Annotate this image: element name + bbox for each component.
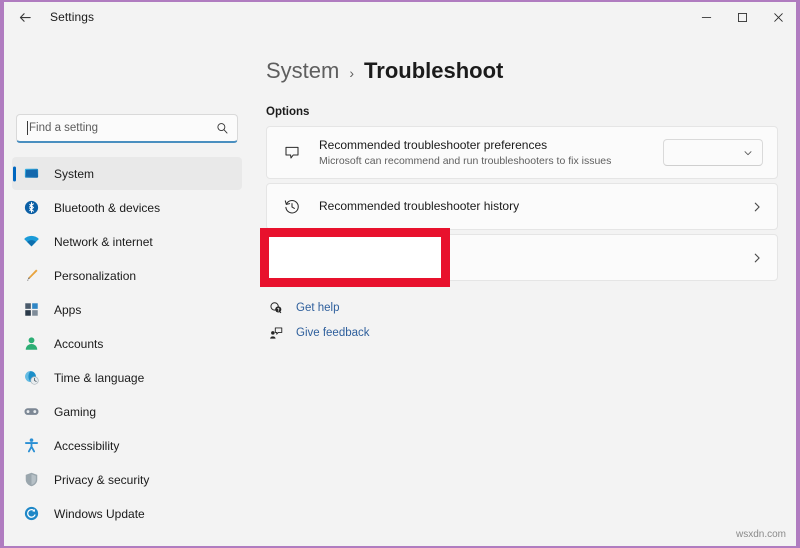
section-label-options: Options [266,106,778,118]
minimize-button[interactable] [688,2,724,32]
sidebar-item-label: System [54,167,94,181]
history-clock-icon [279,198,305,216]
search-input[interactable]: Find a setting [16,114,238,143]
sidebar-item-label: Privacy & security [54,473,149,487]
card-recommended-troubleshooter-history[interactable]: Recommended troubleshooter history [266,183,778,230]
breadcrumb-parent[interactable]: System [266,58,339,84]
sidebar-item-label: Bluetooth & devices [54,201,160,215]
close-button[interactable] [760,2,796,32]
breadcrumb-separator: › [349,65,354,81]
main-content: System › Troubleshoot Options Recommende… [250,32,796,546]
sidebar-item-label: Network & internet [54,235,153,249]
help-question-icon [266,301,286,315]
sidebar-item-system[interactable]: System [12,157,242,190]
paintbrush-icon [22,267,41,284]
sidebar-item-label: Accounts [54,337,103,351]
settings-window: Settings [4,2,796,546]
chevron-right-icon [751,201,763,213]
card-text: Other troubleshooters [319,250,751,265]
sidebar-item-bluetooth-devices[interactable]: Bluetooth & devices [12,191,242,224]
minimize-icon [701,12,712,23]
card-text: Recommended troubleshooter history [319,199,751,214]
link-get-help[interactable]: Get help [266,301,778,315]
footer-links: Get help Give feedback [266,301,778,340]
accessibility-person-icon [22,437,41,454]
wifi-icon [22,233,41,250]
speech-bubble-icon [279,144,305,162]
sidebar: Find a setting [4,32,250,546]
sidebar-item-time-language[interactable]: Time & language [12,361,242,394]
title-bar: Settings [4,2,796,32]
link-label: Give feedback [296,327,370,339]
sidebar-item-label: Personalization [54,269,136,283]
shield-icon [22,471,41,488]
page-title: Troubleshoot [364,58,503,84]
link-label: Get help [296,302,339,314]
refresh-circle-icon [22,505,41,522]
apps-grid-icon [22,301,41,318]
card-subtitle: Microsoft can recommend and run troubles… [319,154,663,168]
sidebar-item-network-internet[interactable]: Network & internet [12,225,242,258]
sidebar-item-label: Time & language [54,371,144,385]
sidebar-item-label: Apps [54,303,81,317]
sidebar-item-personalization[interactable]: Personalization [12,259,242,292]
feedback-person-icon [266,326,286,340]
chevron-down-icon [743,148,753,158]
watermark: wsxdn.com [736,529,786,540]
breadcrumb: System › Troubleshoot [266,58,778,84]
window-controls [688,2,796,32]
search-placeholder: Find a setting [29,122,216,134]
back-arrow-icon [18,10,33,25]
person-icon [22,335,41,352]
search-container: Find a setting [16,114,238,143]
sidebar-item-label: Gaming [54,405,96,419]
sidebar-item-apps[interactable]: Apps [12,293,242,326]
gamepad-icon [22,403,41,420]
sidebar-item-label: Windows Update [54,507,145,521]
close-icon [773,12,784,23]
search-icon [216,122,229,135]
chevron-right-icon [751,252,763,264]
card-title: Recommended troubleshooter history [319,199,751,214]
globe-clock-icon [22,369,41,386]
maximize-button[interactable] [724,2,760,32]
wrench-icon [279,249,305,267]
card-recommended-troubleshooter-preferences[interactable]: Recommended troubleshooter preferences M… [266,126,778,179]
link-give-feedback[interactable]: Give feedback [266,326,778,340]
bluetooth-icon [22,199,41,216]
monitor-icon [22,165,41,182]
text-caret [27,121,28,135]
sidebar-item-accounts[interactable]: Accounts [12,327,242,360]
sidebar-item-label: Accessibility [54,439,119,453]
sidebar-item-gaming[interactable]: Gaming [12,395,242,428]
sidebar-item-windows-update[interactable]: Windows Update [12,497,242,530]
maximize-icon [737,12,748,23]
card-text: Recommended troubleshooter preferences M… [319,138,663,168]
sidebar-item-privacy-security[interactable]: Privacy & security [12,463,242,496]
card-title: Other troubleshooters [319,250,751,265]
card-other-troubleshooters[interactable]: Other troubleshooters [266,234,778,281]
app-title: Settings [50,10,94,24]
back-button[interactable] [8,3,42,31]
recommended-preferences-dropdown[interactable] [663,139,763,166]
sidebar-nav: System Bluetooth & devices [12,157,242,531]
card-title: Recommended troubleshooter preferences [319,138,663,153]
sidebar-item-accessibility[interactable]: Accessibility [12,429,242,462]
